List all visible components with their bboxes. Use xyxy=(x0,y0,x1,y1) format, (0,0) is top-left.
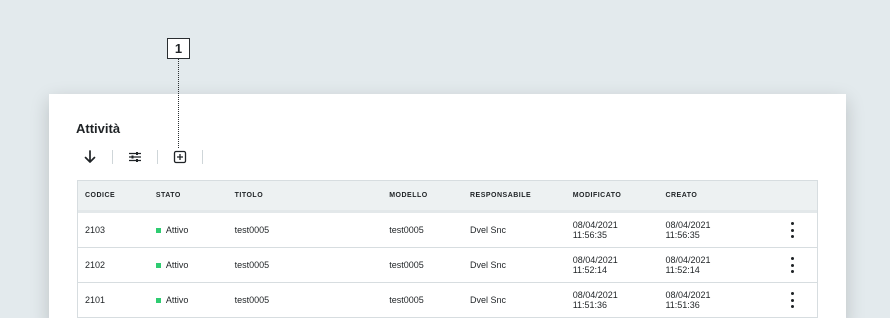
cell-modello: test0005 xyxy=(389,295,424,305)
header-modificato[interactable]: MODIFICATO xyxy=(566,192,659,199)
toolbar-divider xyxy=(202,150,203,164)
more-options-icon[interactable] xyxy=(787,222,799,238)
more-options-icon[interactable] xyxy=(787,292,799,308)
cell-modello: test0005 xyxy=(389,260,424,270)
cell-responsabile: Dvel Snc xyxy=(469,295,506,305)
cell-modello: test0005 xyxy=(389,225,424,235)
cell-responsabile: Dvel Snc xyxy=(469,225,506,235)
status-dot xyxy=(155,262,161,268)
date: 08/04/2021 xyxy=(572,290,618,300)
more-options-icon[interactable] xyxy=(787,257,799,273)
header-creato[interactable]: CREATO xyxy=(658,192,768,199)
cell-titolo: test0005 xyxy=(234,225,270,235)
cell-modificato: 08/04/2021 11:56:35 xyxy=(566,220,659,240)
cell-stato: Attivo xyxy=(149,260,228,270)
time: 11:52:14 xyxy=(572,265,608,275)
cell-modificato: 08/04/2021 11:52:14 xyxy=(566,255,659,275)
toolbar xyxy=(76,144,211,170)
cell-codice: 2101 xyxy=(85,295,106,305)
table-row[interactable]: 2102 Attivo test0005 test0005 Dvel Snc 0… xyxy=(78,248,817,283)
cell-creato: 08/04/2021 11:52:14 xyxy=(658,255,768,275)
table-row[interactable]: 2103 Attivo test0005 test0005 Dvel Snc 0… xyxy=(78,213,817,248)
header-modello[interactable]: MODELLO xyxy=(382,192,463,199)
header-stato[interactable]: STATO xyxy=(149,192,228,199)
add-button[interactable] xyxy=(166,144,194,170)
cell-titolo: test0005 xyxy=(234,295,270,305)
activity-panel: Attività CODICE STATO TITOLO MODELLO RES… xyxy=(49,94,846,318)
time: 11:56:35 xyxy=(665,230,700,240)
time: 11:51:36 xyxy=(665,300,700,310)
callout-leader-line xyxy=(178,59,179,148)
date: 08/04/2021 xyxy=(665,255,711,265)
plus-square-icon xyxy=(173,150,187,164)
header-titolo[interactable]: TITOLO xyxy=(228,192,383,199)
arrow-down-icon xyxy=(84,150,96,163)
activity-table: CODICE STATO TITOLO MODELLO RESPONSABILE… xyxy=(77,180,818,318)
sliders-icon xyxy=(129,152,141,162)
status-label: Attivo xyxy=(165,225,189,235)
filter-button[interactable] xyxy=(121,144,149,170)
header-codice[interactable]: CODICE xyxy=(78,192,149,199)
cell-codice: 2102 xyxy=(85,260,106,270)
callout-marker: 1 xyxy=(167,38,190,59)
date: 08/04/2021 xyxy=(572,220,618,230)
toolbar-divider xyxy=(112,150,113,164)
time: 11:52:14 xyxy=(665,265,700,275)
cell-creato: 08/04/2021 11:51:36 xyxy=(658,290,768,310)
cell-modificato: 08/04/2021 11:51:36 xyxy=(566,290,659,310)
date: 08/04/2021 xyxy=(665,290,711,300)
sort-button[interactable] xyxy=(76,144,104,170)
cell-creato: 08/04/2021 11:56:35 xyxy=(658,220,768,240)
time: 11:56:35 xyxy=(572,230,608,240)
table-header: CODICE STATO TITOLO MODELLO RESPONSABILE… xyxy=(78,181,817,213)
date: 08/04/2021 xyxy=(572,255,618,265)
status-dot xyxy=(155,297,161,303)
cell-responsabile: Dvel Snc xyxy=(469,260,506,270)
time: 11:51:36 xyxy=(572,300,608,310)
table-row[interactable]: 2101 Attivo test0005 test0005 Dvel Snc 0… xyxy=(78,283,817,318)
cell-stato: Attivo xyxy=(149,295,228,305)
status-dot xyxy=(155,227,161,233)
status-label: Attivo xyxy=(165,295,189,305)
cell-titolo: test0005 xyxy=(234,260,270,270)
cell-codice: 2103 xyxy=(85,225,106,235)
header-responsabile[interactable]: RESPONSABILE xyxy=(463,192,566,199)
status-label: Attivo xyxy=(165,260,189,270)
date: 08/04/2021 xyxy=(665,220,711,230)
toolbar-divider xyxy=(157,150,158,164)
page-title: Attività xyxy=(76,121,121,136)
cell-stato: Attivo xyxy=(149,225,228,235)
